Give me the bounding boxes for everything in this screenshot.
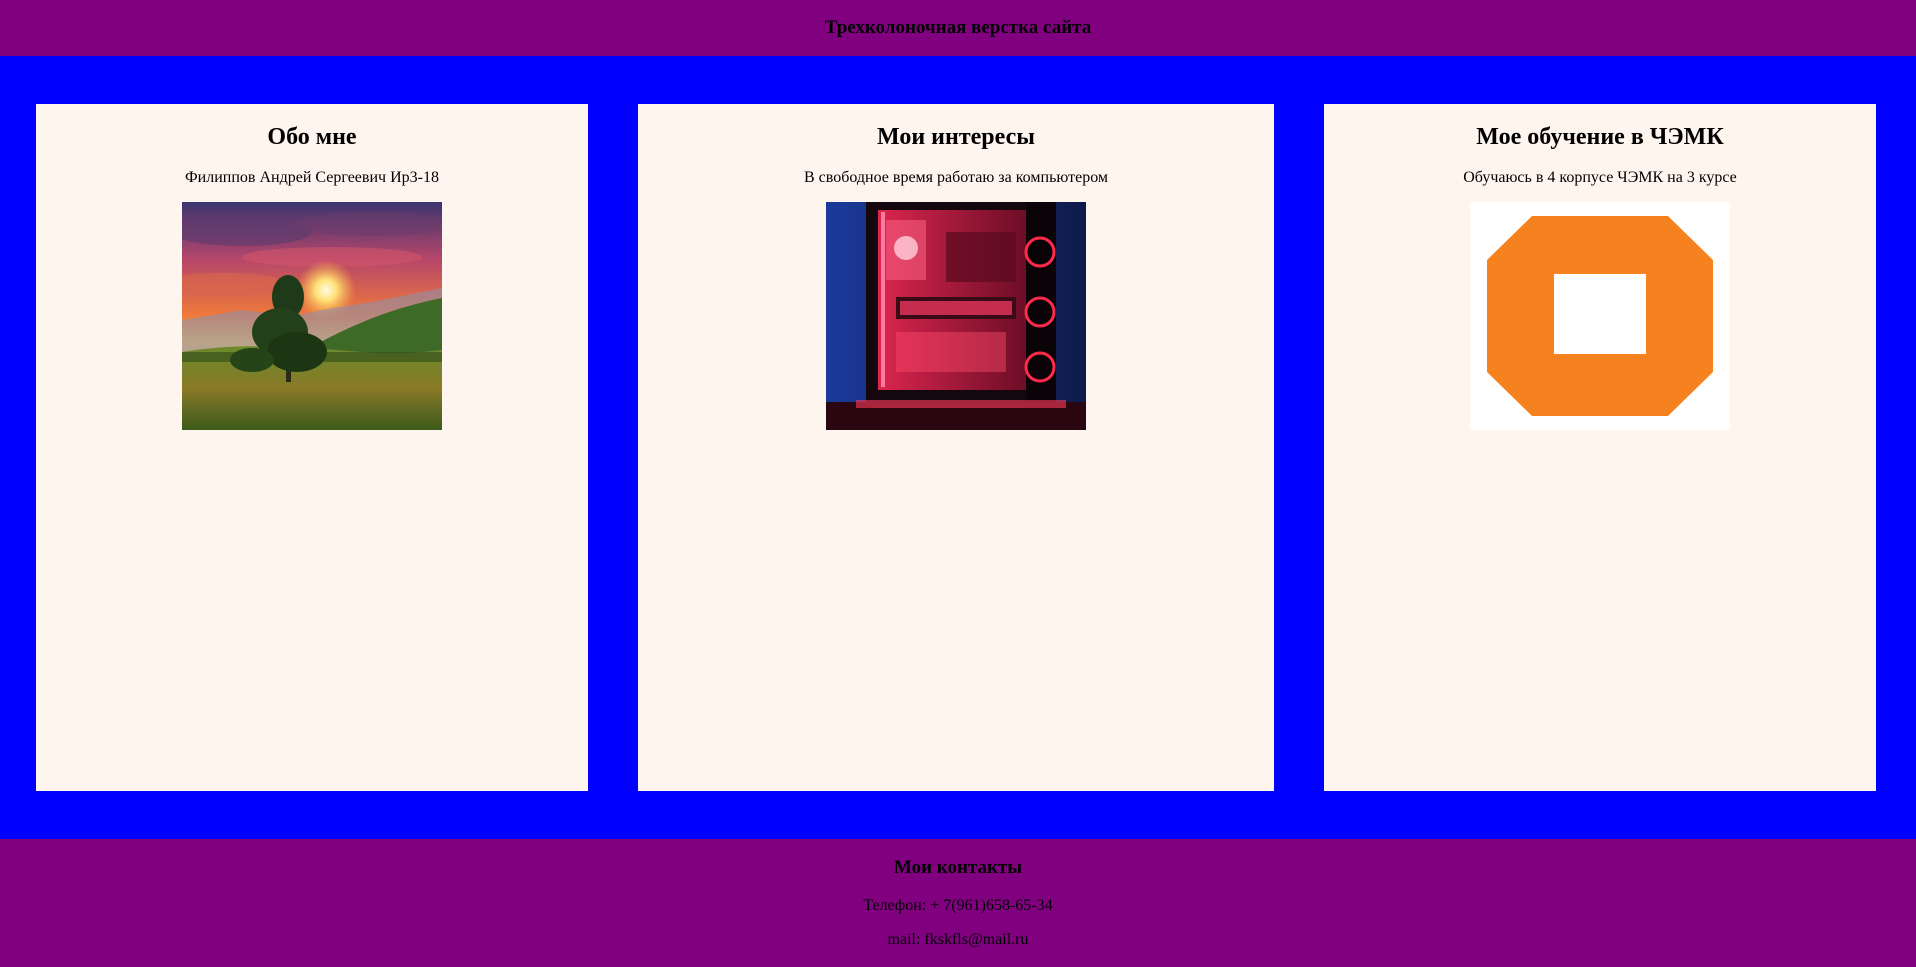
contacts-heading: Мои контакты [893,857,1023,878]
column-text-about: Филиппов Андрей Сергеевич Ир3-18 [185,169,439,186]
page-title: Трехколоночная верстка сайта [824,17,1092,38]
column-heading-interests: Мои интересы [877,124,1035,150]
orange-octagon-logo-image [1470,202,1730,430]
contact-mail: mail: fkskfls@mail.ru [887,931,1029,948]
pc-case-image [826,202,1086,430]
column-heading-about: Обо мне [267,124,357,150]
column-education: Мое обучение в ЧЭМК Обучаюсь в 4 корпусе… [1324,104,1876,791]
column-heading-education: Мое обучение в ЧЭМК [1476,124,1724,150]
main-content: Обо мне Филиппов Андрей Сергеевич Ир3-18 [0,56,1916,839]
column-text-education: Обучаюсь в 4 корпусе ЧЭМК на 3 курсе [1463,169,1737,186]
site-footer: Мои контакты Телефон: + 7(961)658-65-34 … [0,839,1916,967]
contact-phone: Телефон: + 7(961)658-65-34 [863,897,1053,914]
site-header: Трехколоночная верстка сайта [0,0,1916,56]
column-text-interests: В свободное время работаю за компьютером [803,169,1109,186]
column-about-me: Обо мне Филиппов Андрей Сергеевич Ир3-18 [36,104,588,791]
column-interests: Мои интересы В свободное время работаю з… [638,104,1274,791]
sunset-landscape-image [182,202,442,430]
